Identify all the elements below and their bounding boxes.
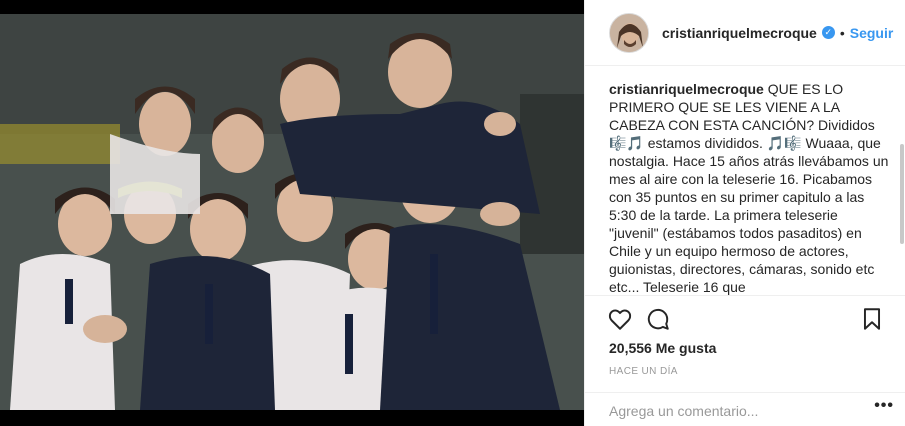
caption-scrollbar[interactable] [900,144,904,244]
likes-count[interactable]: 20,556 Me gusta [609,340,716,356]
comment-bar: ••• [585,392,905,426]
post-header: cristianriquelmecroque ✓ • Seguir [585,0,905,66]
heart-icon[interactable] [607,306,633,332]
post-photo[interactable] [0,14,584,410]
group-photo-illustration [0,14,584,410]
comment-input[interactable] [609,400,849,422]
caption-text: QUE ES LO PRIMERO QUE SE LES VIENE A LA … [609,81,893,295]
caption-area: cristianriquelmecroque QUE ES LO PRIMERO… [585,66,905,296]
bookmark-icon[interactable] [859,306,885,332]
caption: cristianriquelmecroque QUE ES LO PRIMERO… [609,80,893,295]
comment-bubble-icon[interactable] [645,306,671,332]
post-timestamp[interactable]: HACE UN DÍA [609,366,678,377]
verified-badge-icon: ✓ [821,26,835,39]
more-options-icon[interactable]: ••• [874,397,894,415]
avatar-image [610,13,648,52]
separator-dot: • [839,24,845,41]
caption-username[interactable]: cristianriquelmecroque [609,81,764,97]
photo-pane [0,0,584,426]
header-username[interactable]: cristianriquelmecroque [662,25,817,41]
action-bar [607,306,892,332]
avatar[interactable] [609,12,649,53]
follow-button[interactable]: Seguir [850,25,894,41]
post-sidebar: cristianriquelmecroque ✓ • Seguir cristi… [584,0,905,426]
